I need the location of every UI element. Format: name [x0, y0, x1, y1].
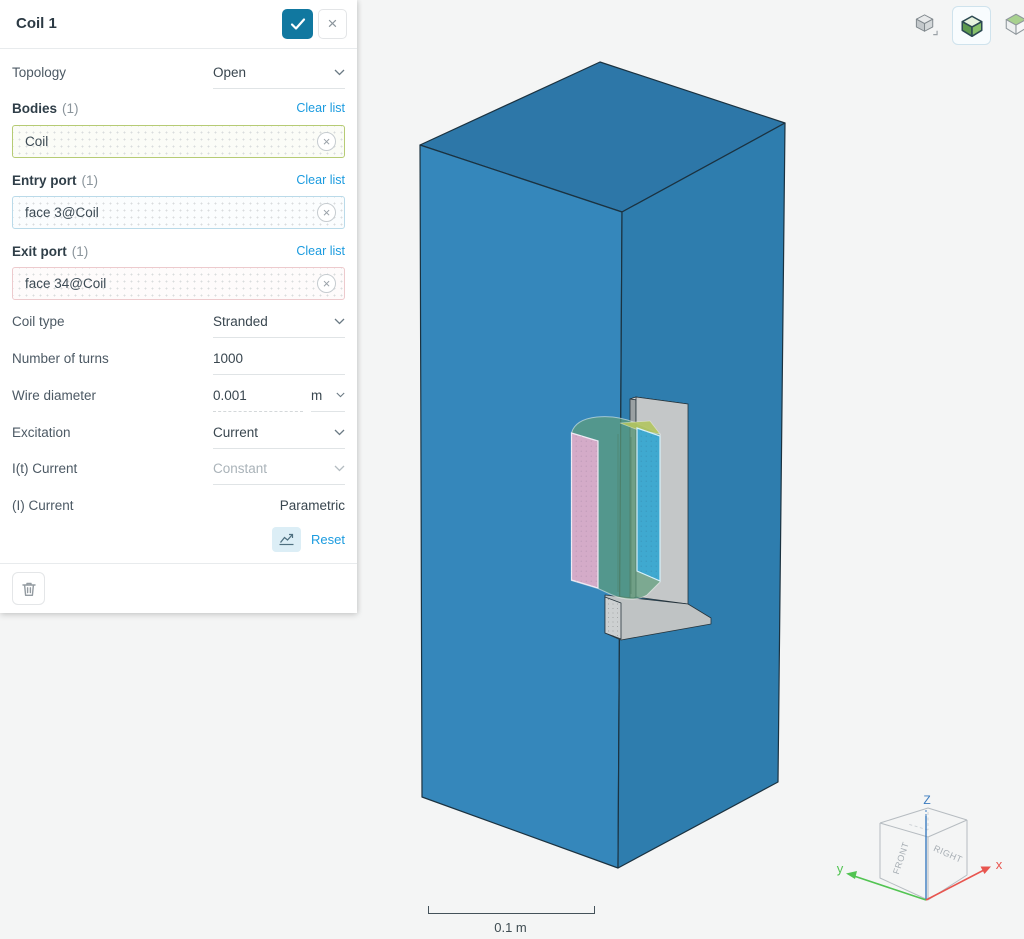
trash-icon: [20, 580, 38, 598]
exit-port-label: Exit port: [12, 244, 67, 259]
chevron-down-icon: [334, 318, 345, 325]
apply-button[interactable]: [282, 9, 313, 39]
chevron-down-icon: [334, 69, 345, 76]
scale-bar-label: 0.1 m: [428, 920, 593, 935]
exit-port-count: (1): [72, 244, 89, 259]
delete-button[interactable]: [12, 572, 45, 605]
bodies-chip-label: Coil: [25, 134, 48, 149]
entry-port-header-row: Entry port (1) Clear list: [0, 166, 357, 194]
close-button[interactable]: ×: [318, 9, 347, 39]
triad-y-label: y: [837, 861, 844, 876]
chevron-down-icon: [336, 392, 345, 398]
topology-select[interactable]: Open: [213, 56, 345, 89]
select-face-icon[interactable]: [1003, 11, 1024, 37]
excitation-row: Excitation Current: [0, 416, 357, 449]
wire-diameter-label: Wire diameter: [12, 379, 96, 412]
entry-port-chip[interactable]: face 3@Coil ×: [12, 196, 345, 229]
panel-footer: [0, 563, 357, 614]
coil-type-select[interactable]: Stranded: [213, 305, 345, 338]
number-of-turns-row: Number of turns 1000: [0, 342, 357, 375]
triad-y-axis: y: [837, 861, 926, 900]
bodies-chip-coil[interactable]: Coil ×: [12, 125, 345, 158]
wire-diameter-unit-select[interactable]: m: [311, 379, 345, 412]
orientation-cube[interactable]: FRONT RIGHT Z y x: [828, 786, 1024, 912]
exit-port-header-row: Exit port (1) Clear list: [0, 237, 357, 265]
exit-port-chip-label: face 34@Coil: [25, 276, 106, 291]
scale-bar: [428, 906, 595, 914]
coil-port-face-cyan[interactable]: [637, 428, 660, 581]
close-icon: ×: [328, 14, 338, 33]
triad-z-label: Z: [923, 793, 930, 807]
exit-port-clear-list-link[interactable]: Clear list: [296, 237, 345, 265]
coil-type-label: Coil type: [12, 305, 65, 338]
core-foot-stipple: [605, 597, 621, 639]
number-of-turns-label: Number of turns: [12, 342, 109, 375]
exit-port-chip-remove-button[interactable]: ×: [317, 274, 336, 293]
triad-x-label: x: [996, 857, 1003, 872]
select-volume-icon[interactable]: [952, 6, 991, 45]
line-chart-icon: [278, 532, 295, 546]
exit-port-chip[interactable]: face 34@Coil ×: [12, 267, 345, 300]
triad-right-face-label: RIGHT: [932, 843, 964, 865]
check-icon: [290, 17, 306, 31]
bodies-header-row: Bodies (1) Clear list: [0, 94, 357, 122]
render-mode-cube-icon[interactable]: [913, 11, 939, 37]
reset-link[interactable]: Reset: [311, 532, 345, 547]
bodies-chip-remove-button[interactable]: ×: [317, 132, 336, 151]
topology-row: Topology Open: [0, 56, 357, 89]
parametric-controls: Reset: [272, 524, 345, 554]
number-of-turns-input[interactable]: 1000: [213, 342, 345, 375]
excitation-label: Excitation: [12, 416, 71, 449]
viewport-toolbar: [357, 0, 1024, 48]
wire-diameter-input[interactable]: 0.001: [213, 379, 303, 412]
chevron-down-icon: [334, 429, 345, 436]
entry-port-chip-label: face 3@Coil: [25, 205, 99, 220]
triad-x-axis: x: [926, 857, 1003, 900]
topology-label: Topology: [12, 56, 66, 89]
entry-port-clear-list-link[interactable]: Clear list: [296, 166, 345, 194]
panel-title: Coil 1: [16, 0, 57, 48]
parametric-chart-button[interactable]: [272, 527, 301, 552]
entry-port-chip-remove-button[interactable]: ×: [317, 203, 336, 222]
i-current-row: (I) Current Parametric: [0, 489, 357, 521]
i-current-value: Parametric: [280, 489, 345, 521]
coil-port-face-pink[interactable]: [572, 433, 599, 588]
wire-diameter-row: Wire diameter 0.001 m: [0, 379, 357, 412]
excitation-select[interactable]: Current: [213, 416, 345, 449]
coil-settings-panel: Coil 1 × Topology Open Bodies (1) Clear l…: [0, 0, 357, 613]
entry-port-label: Entry port: [12, 173, 77, 188]
it-current-row: I(t) Current Constant: [0, 452, 357, 485]
chevron-down-icon: [334, 465, 345, 472]
bodies-clear-list-link[interactable]: Clear list: [296, 94, 345, 122]
bodies-label: Bodies: [12, 101, 57, 116]
entry-port-count: (1): [82, 173, 99, 188]
triad-front-face-label: FRONT: [891, 841, 911, 876]
panel-header: Coil 1 ×: [0, 0, 357, 49]
i-current-label: (I) Current: [12, 489, 74, 521]
it-current-select-disabled: Constant: [213, 452, 345, 485]
coil-type-row: Coil type Stranded: [0, 305, 357, 338]
it-current-label: I(t) Current: [12, 452, 77, 485]
bodies-count: (1): [62, 101, 79, 116]
